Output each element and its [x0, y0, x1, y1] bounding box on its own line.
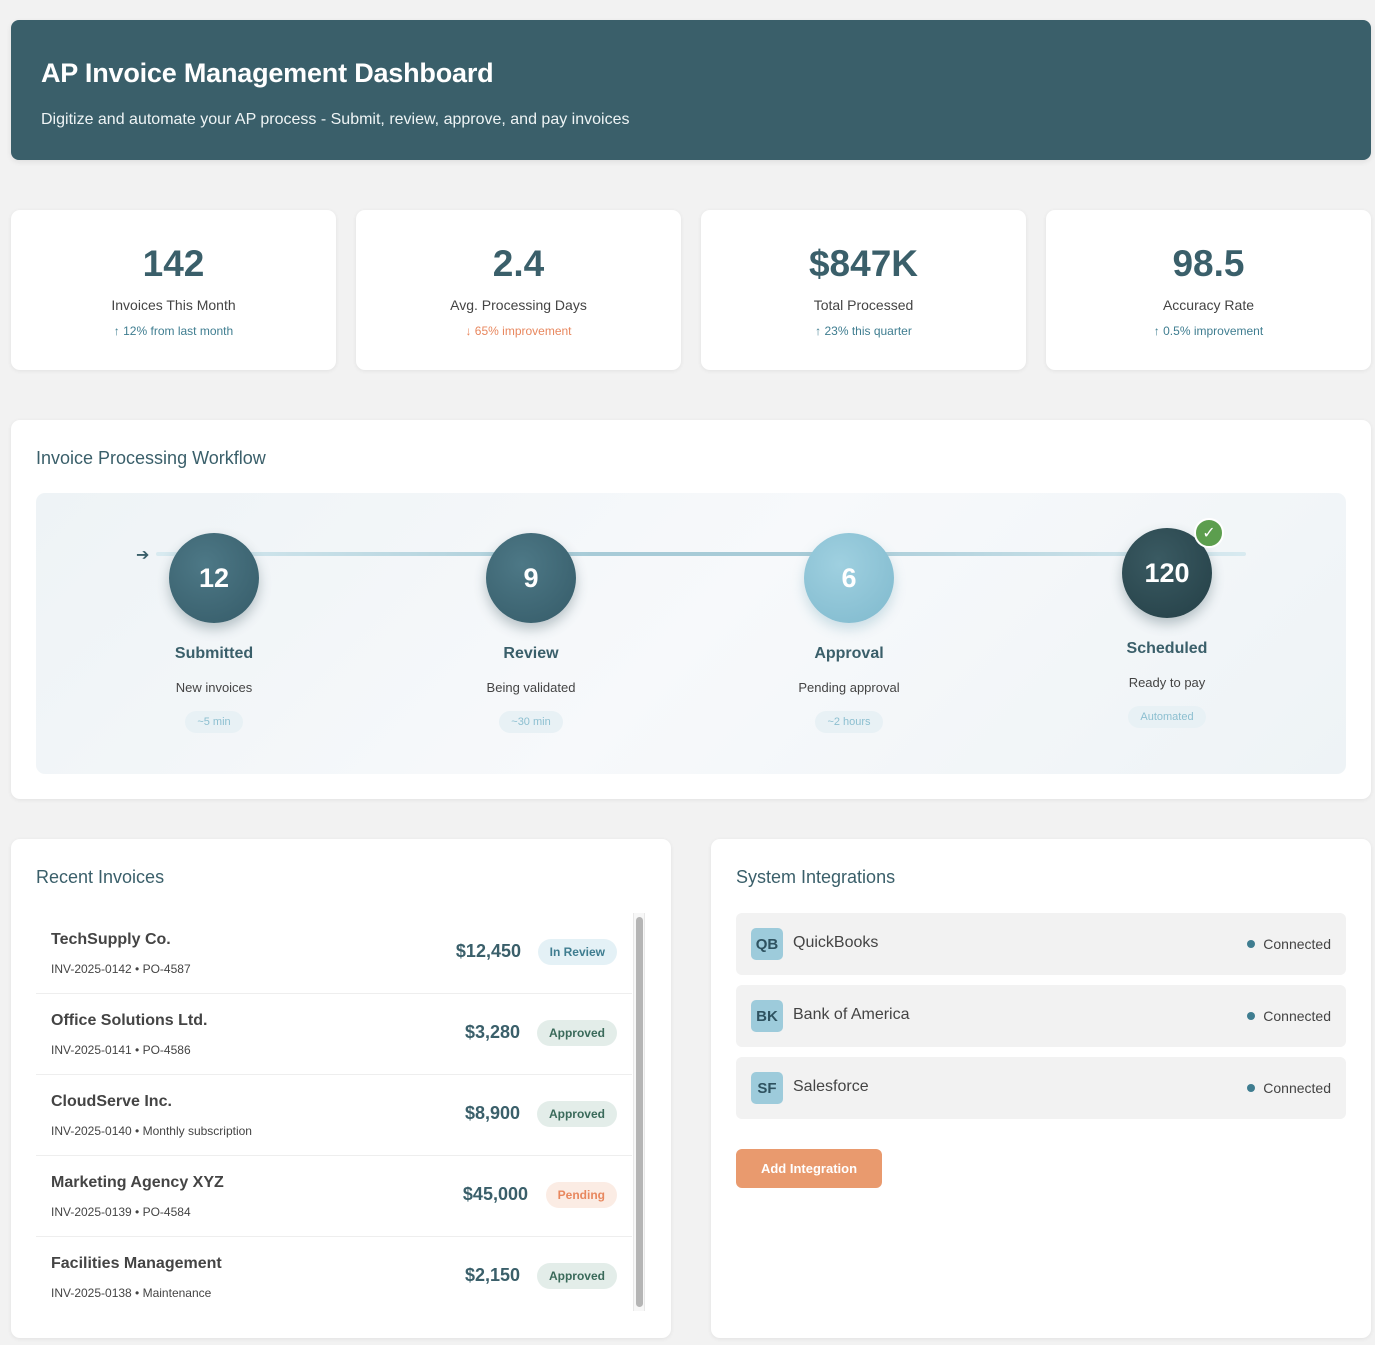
invoice-list-scrollbar[interactable]	[633, 913, 645, 1311]
workflow-title: Invoice Processing Workflow	[36, 448, 266, 468]
step-name: Submitted	[174, 645, 254, 662]
stat-value: 98.5	[1172, 243, 1245, 284]
step-count: 120	[1144, 557, 1190, 588]
status-badge: In Review	[537, 939, 617, 965]
integration-status-label: Connected	[1263, 1008, 1331, 1024]
stat-card-processing-days: 2.4 Avg. Processing Days ↓ 65% improveme…	[356, 210, 681, 370]
step-count-circle: 9	[486, 533, 576, 623]
integration-row-salesforce[interactable]: SF Salesforce Connected	[736, 1057, 1346, 1119]
integration-status: Connected	[1247, 1080, 1331, 1096]
stat-value: 142	[142, 243, 205, 284]
integration-name: QuickBooks	[793, 934, 879, 951]
invoice-vendor: Facilities Management	[51, 1255, 222, 1272]
stat-trend: ↑ 12% from last month	[113, 324, 234, 338]
integration-status-label: Connected	[1263, 1080, 1331, 1096]
stat-label: Avg. Processing Days	[450, 297, 587, 313]
integration-logo: QB	[751, 928, 783, 960]
integration-status-label: Connected	[1263, 936, 1331, 952]
invoice-list: TechSupply Co. INV-2025-0142 • PO-4587 $…	[36, 913, 632, 1310]
step-name: Approval	[814, 645, 884, 662]
status-badge: Pending	[545, 1182, 617, 1208]
workflow-card: Invoice Processing Workflow ➔ 12 Submitt…	[11, 420, 1371, 799]
step-time-badge: ~2 hours	[815, 711, 883, 733]
invoice-meta: INV-2025-0138 • Maintenance	[51, 1286, 212, 1300]
invoice-row[interactable]: Office Solutions Ltd. INV-2025-0141 • PO…	[36, 994, 632, 1075]
invoice-meta: INV-2025-0141 • PO-4586	[51, 1043, 191, 1057]
status-badge: Approved	[536, 1020, 617, 1046]
workflow-step-scheduled[interactable]: 120 ✓ Scheduled Ready to pay Automated	[1067, 518, 1267, 728]
invoice-amount: $45,000	[462, 1184, 528, 1204]
integration-logo: SF	[751, 1072, 783, 1104]
integrations-card: System Integrations QB QuickBooks Connec…	[711, 839, 1371, 1338]
invoice-amount: $8,900	[464, 1103, 520, 1123]
step-time-badge: ~30 min	[499, 711, 563, 733]
status-dot-icon	[1247, 1012, 1256, 1020]
invoice-amount: $12,450	[455, 941, 521, 961]
integration-name: Bank of America	[793, 1006, 910, 1023]
step-count-circle: 12	[169, 533, 259, 623]
page-subtitle: Digitize and automate your AP process - …	[41, 111, 630, 128]
status-badge: Approved	[536, 1101, 617, 1127]
invoice-amount: $2,150	[464, 1265, 520, 1285]
invoice-vendor: Marketing Agency XYZ	[51, 1174, 224, 1191]
step-desc: Ready to pay	[1128, 675, 1206, 690]
step-time-badge: Automated	[1128, 706, 1206, 728]
stat-trend: ↑ 23% this quarter	[815, 324, 912, 338]
add-integration-button[interactable]: Add Integration	[736, 1149, 882, 1188]
stat-label: Total Processed	[813, 297, 914, 313]
integration-row-bank-of-america[interactable]: BK Bank of America Connected	[736, 985, 1346, 1047]
step-name: Scheduled	[1126, 640, 1208, 657]
step-desc: New invoices	[175, 680, 253, 695]
stat-card-invoices: 142 Invoices This Month ↑ 12% from last …	[11, 210, 336, 370]
recent-invoices-card: Recent Invoices TechSupply Co. INV-2025-…	[11, 839, 671, 1338]
invoice-meta: INV-2025-0140 • Monthly subscription	[51, 1124, 252, 1138]
invoice-amount: $3,280	[464, 1022, 520, 1042]
workflow-step-review[interactable]: 9 Review Being validated ~30 min	[431, 533, 631, 733]
step-time-badge: ~5 min	[185, 711, 243, 733]
stat-card-accuracy: 98.5 Accuracy Rate ↑ 0.5% improvement	[1046, 210, 1371, 370]
stat-card-total-processed: $847K Total Processed ↑ 23% this quarter	[701, 210, 1026, 370]
invoice-meta: INV-2025-0142 • PO-4587	[51, 962, 191, 976]
invoice-vendor: CloudServe Inc.	[51, 1093, 172, 1110]
status-badge: Approved	[536, 1263, 617, 1289]
step-name: Review	[503, 645, 559, 662]
invoice-row[interactable]: TechSupply Co. INV-2025-0142 • PO-4587 $…	[36, 913, 632, 994]
page-title: AP Invoice Management Dashboard	[41, 58, 494, 88]
scrollbar-thumb[interactable]	[636, 917, 643, 1307]
invoice-row[interactable]: CloudServe Inc. INV-2025-0140 • Monthly …	[36, 1075, 632, 1156]
invoice-vendor: TechSupply Co.	[51, 931, 171, 948]
stat-value: 2.4	[492, 243, 545, 284]
stat-trend: ↓ 65% improvement	[465, 324, 572, 338]
invoice-row[interactable]: Marketing Agency XYZ INV-2025-0139 • PO-…	[36, 1156, 632, 1237]
step-count-circle: 6	[804, 533, 894, 623]
integration-row-quickbooks[interactable]: QB QuickBooks Connected	[736, 913, 1346, 975]
integration-logo: BK	[751, 1000, 783, 1032]
status-dot-icon	[1247, 940, 1256, 948]
dashboard-header: AP Invoice Management Dashboard Digitize…	[11, 20, 1371, 160]
status-dot-icon	[1247, 1084, 1256, 1092]
step-desc: Pending approval	[798, 680, 900, 695]
stat-value: $847K	[808, 243, 919, 284]
invoice-row[interactable]: Facilities Management INV-2025-0138 • Ma…	[36, 1237, 632, 1318]
workflow-area: ➔ 12 Submitted New invoices ~5 min 9 Rev…	[36, 493, 1346, 774]
checkmark-icon: ✓	[1194, 518, 1224, 548]
stat-label: Invoices This Month	[111, 297, 236, 313]
integration-status: Connected	[1247, 1008, 1331, 1024]
recent-invoices-title: Recent Invoices	[36, 867, 165, 887]
integration-status: Connected	[1247, 936, 1331, 952]
stat-label: Accuracy Rate	[1162, 297, 1255, 313]
invoice-vendor: Office Solutions Ltd.	[51, 1012, 208, 1029]
step-count-circle: 120 ✓	[1122, 518, 1224, 618]
integrations-title: System Integrations	[736, 867, 896, 887]
integration-name: Salesforce	[793, 1078, 869, 1095]
invoice-meta: INV-2025-0139 • PO-4584	[51, 1205, 191, 1219]
step-desc: Being validated	[486, 680, 576, 695]
workflow-step-approval[interactable]: 6 Approval Pending approval ~2 hours	[749, 533, 949, 733]
workflow-step-submitted[interactable]: 12 Submitted New invoices ~5 min	[114, 533, 314, 733]
stat-trend: ↑ 0.5% improvement	[1153, 324, 1264, 338]
